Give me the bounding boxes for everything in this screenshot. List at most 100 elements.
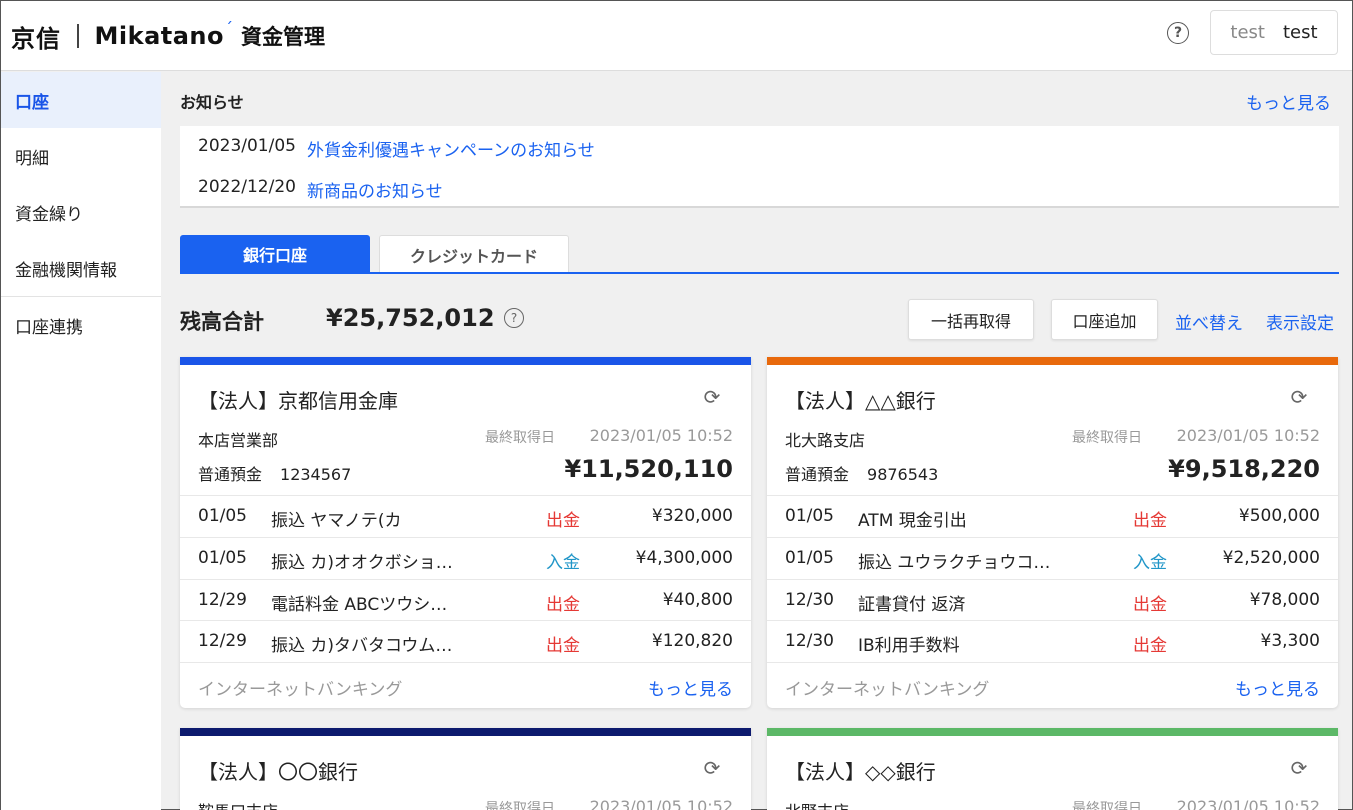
card-last-fetched-label: 最終取得日 [1072,801,1142,810]
tx-date: 01/05 [785,506,834,526]
sidebar-item-account-link[interactable]: 口座連携 [1,297,161,353]
balance-help-icon[interactable]: ? [504,308,524,328]
notice-item: 2022/12/20 新商品のお知らせ [198,177,443,202]
tab-underline [180,272,1339,274]
notice-title: お知らせ [180,93,244,112]
card-account: 普通預金 1234567 [198,461,351,485]
user-first-name: test [1230,22,1265,43]
card-balance: ¥11,520,110 [564,455,733,483]
display-settings-link[interactable]: 表示設定 [1266,309,1334,334]
tab-credit-cards[interactable]: クレジットカード [379,235,569,273]
card-bank-name: 【法人】◇◇銀行 [785,760,936,784]
transaction-row[interactable]: 12/29 電話料金 ABCツウシ… 出金 ¥40,800 [180,579,751,619]
card-balance: ¥9,518,220 [1168,455,1320,483]
brand-kyoshin: 京信 [11,24,61,53]
card-color-bar [180,728,751,736]
sync-icon[interactable]: ⟳ [701,756,723,780]
tx-type: 出金 [546,636,580,656]
transaction-row[interactable]: 12/29 振込 カ)タバタコウム… 出金 ¥120,820 [180,620,751,660]
card-branch: 北大路支店 [785,431,866,450]
help-icon[interactable]: ? [1167,22,1189,44]
brand-accent-mark: ˊ [225,18,234,38]
brand-logo[interactable]: 京信 Mikatano ˊ 資金管理 [11,19,325,53]
internet-banking-link[interactable]: インターネットバンキング [785,675,989,700]
card-last-fetched-label: 最終取得日 [1072,430,1142,446]
tx-description: ATM 現金引出 [858,511,967,531]
refetch-all-button[interactable]: 一括再取得 [908,299,1034,340]
tx-type: 出金 [1133,511,1167,531]
sidebar-item-statements[interactable]: 明細 [1,128,161,184]
brand-product-name: 資金管理 [241,25,326,49]
account-card: 【法人】京都信用金庫 ⟳ 本店営業部 最終取得日 2023/01/05 10:5… [180,357,751,708]
card-last-fetched-value: 2023/01/05 10:52 [1176,426,1320,445]
add-account-button[interactable]: 口座追加 [1051,299,1158,340]
tx-date: 12/29 [198,590,247,610]
transaction-row[interactable]: 12/30 IB利用手数料 出金 ¥3,300 [767,620,1338,660]
card-bank-name: 【法人】京都信用金庫 [198,389,398,413]
account-card: 【法人】〇〇銀行 ⟳ 鞍馬口支店 最終取得日 2023/01/05 10:52 [180,728,751,810]
notice-item: 2023/01/05 外貨金利優遇キャンペーンのお知らせ [198,136,595,161]
card-color-bar [767,357,1338,365]
internet-banking-link[interactable]: インターネットバンキング [198,675,402,700]
tx-type: 出金 [1133,595,1167,615]
notice-link[interactable]: 新商品のお知らせ [307,177,443,202]
tx-amount: ¥120,820 [651,631,733,651]
user-menu-button[interactable]: test test [1210,10,1338,55]
tx-description: 振込 カ)タバタコウム… [271,636,453,656]
card-color-bar [180,357,751,365]
transaction-row[interactable]: 01/05 振込 ヤマノテ(カ 出金 ¥320,000 [180,495,751,535]
sidebar: 口座 明細 資金繰り 金融機関情報 口座連携 [1,72,161,810]
card-branch: 本店営業部 [198,431,279,450]
card-last-fetched-value: 2023/01/05 10:52 [589,426,733,445]
transaction-row[interactable]: 01/05 振込 ユウラクチョウコ… 入金 ¥2,520,000 [767,537,1338,577]
transaction-row[interactable]: 01/05 ATM 現金引出 出金 ¥500,000 [767,495,1338,535]
tx-amount: ¥3,300 [1260,631,1320,651]
total-balance-label: 残高合計 [180,310,264,334]
card-account-number: 9876543 [867,465,939,484]
tx-type: 出金 [546,595,580,615]
tx-type: 出金 [546,511,580,531]
tx-type: 入金 [1133,553,1167,573]
account-card: 【法人】◇◇銀行 ⟳ 北野支店 最終取得日 2023/01/05 10:52 [767,728,1338,810]
card-more-link[interactable]: もっと見る [1235,675,1320,700]
total-balance-value: ¥25,752,012 [326,304,495,332]
transaction-row[interactable]: 12/30 証書貸付 返済 出金 ¥78,000 [767,579,1338,619]
tx-description: 振込 ヤマノテ(カ [271,511,402,531]
tx-date: 12/30 [785,631,834,651]
sort-link[interactable]: 並べ替え [1175,309,1243,334]
notice-list: 2023/01/05 外貨金利優遇キャンペーンのお知らせ 2022/12/20 … [180,126,1339,208]
card-branch: 北野支店 [785,798,849,810]
notice-more-link[interactable]: もっと見る [1246,89,1331,114]
tx-date: 01/05 [198,506,247,526]
sync-icon[interactable]: ⟳ [701,385,723,409]
tx-amount: ¥4,300,000 [635,548,733,568]
tx-date: 01/05 [198,548,247,568]
sidebar-item-cashflow[interactable]: 資金繰り [1,184,161,240]
card-branch: 鞍馬口支店 [198,798,278,810]
brand-mikatano: Mikatano [94,22,225,50]
card-account: 普通預金 9876543 [785,461,938,485]
sync-icon[interactable]: ⟳ [1288,756,1310,780]
card-more-link[interactable]: もっと見る [648,675,733,700]
transaction-row[interactable]: 01/05 振込 カ)オオクボショ… 入金 ¥4,300,000 [180,537,751,577]
notice-date: 2022/12/20 [198,177,296,197]
card-bank-name: 【法人】〇〇銀行 [198,760,358,784]
tab-bank-accounts[interactable]: 銀行口座 [180,235,370,273]
sidebar-item-institutions[interactable]: 金融機関情報 [1,240,161,296]
tx-date: 12/29 [198,631,247,651]
card-account-number: 1234567 [280,465,352,484]
sync-icon[interactable]: ⟳ [1288,385,1310,409]
tx-description: 振込 ユウラクチョウコ… [858,553,1051,573]
card-last-fetched-label: 最終取得日 [485,801,555,810]
tx-amount: ¥40,800 [662,590,733,610]
tx-date: 01/05 [785,548,834,568]
card-last-fetched-value: 2023/01/05 10:52 [589,797,733,810]
card-color-bar [767,728,1338,736]
card-account-type: 普通預金 [198,465,263,484]
brand-separator [77,24,79,48]
tx-description: IB利用手数料 [858,636,960,656]
card-account-type: 普通預金 [785,465,850,484]
sidebar-item-accounts[interactable]: 口座 [1,72,161,128]
notice-link[interactable]: 外貨金利優遇キャンペーンのお知らせ [307,136,595,161]
account-card: 【法人】△△銀行 ⟳ 北大路支店 最終取得日 2023/01/05 10:52 … [767,357,1338,708]
